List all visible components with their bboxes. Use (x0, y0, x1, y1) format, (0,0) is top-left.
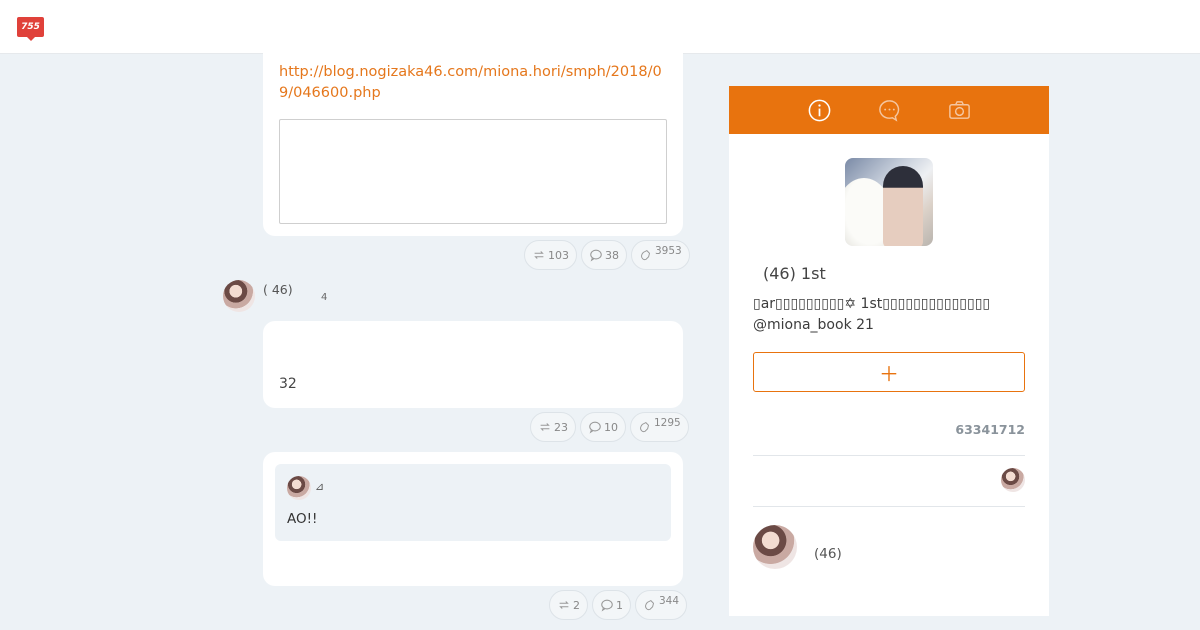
repost-button[interactable]: 103 (524, 240, 577, 270)
photo-figure (883, 166, 923, 246)
quote-mark: ⊿ (315, 480, 325, 493)
tab-photos[interactable] (947, 98, 972, 123)
camera-icon (948, 100, 970, 119)
post-card: http://blog.nogizaka46.com/miona.hori/sm… (263, 40, 683, 236)
like-button[interactable]: 3953 (631, 240, 690, 270)
divider (753, 506, 1025, 507)
comment-count: 38 (605, 248, 619, 262)
profile-bio: ▯ar▯▯▯▯▯▯▯▯▯✡ 1st▯▯▯▯▯▯▯▯▯▯▯▯▯▯ @miona_b… (753, 296, 991, 333)
chat-icon (878, 99, 899, 122)
repost-count: 2 (573, 598, 580, 612)
quoted-post[interactable]: ⊿ AO!! (275, 464, 671, 541)
blog-link[interactable]: http://blog.nogizaka46.com/miona.hori/sm… (279, 62, 669, 104)
clap-icon (645, 600, 655, 611)
app-logo[interactable]: 755 (17, 17, 44, 41)
post-actions: 23 10 1295 (530, 412, 689, 442)
comment-icon (589, 421, 601, 434)
like-count: 1295 (654, 417, 681, 429)
profile-name: (46) 1st (763, 264, 826, 283)
repost-icon (540, 423, 550, 431)
post-header: ( 46) 4 (223, 280, 363, 316)
comment-button[interactable]: 1 (592, 590, 631, 620)
quote-text: AO!! (287, 511, 318, 527)
author-name[interactable]: ( 46) (263, 280, 303, 299)
avatar[interactable] (223, 280, 255, 312)
comment-icon (590, 249, 602, 262)
divider (753, 455, 1025, 456)
info-icon (808, 99, 830, 121)
clap-icon (641, 250, 651, 261)
clap-icon (640, 422, 650, 433)
post-actions: 2 1 344 (549, 590, 688, 620)
follower-count: 63341712 (955, 422, 1025, 437)
tab-info[interactable] (807, 98, 832, 123)
avatar[interactable] (287, 476, 311, 500)
like-count: 3953 (655, 245, 682, 257)
comment-button[interactable]: 10 (580, 412, 626, 442)
recommended-avatar[interactable] (753, 525, 797, 569)
repost-button[interactable]: 23 (530, 412, 576, 442)
repost-count: 23 (554, 420, 568, 434)
comment-count: 10 (604, 420, 618, 434)
post-actions: 103 38 3953 (524, 240, 690, 270)
post-card: 32 (263, 321, 683, 408)
like-button[interactable]: 344 (635, 590, 688, 620)
tab-talk[interactable] (877, 98, 902, 123)
like-count: 344 (659, 595, 680, 607)
comment-button[interactable]: 38 (581, 240, 627, 270)
repost-icon (534, 251, 544, 259)
recommended-name[interactable]: (46) (814, 546, 842, 562)
comment-count: 1 (616, 598, 623, 612)
post-time: 4 (321, 292, 328, 303)
repost-icon (559, 601, 569, 609)
link-embed-preview[interactable] (279, 119, 667, 224)
comment-icon (601, 599, 613, 612)
sidebar-tabs (729, 86, 1049, 134)
profile-photo[interactable] (845, 158, 933, 246)
profile-sidebar: (46) 1st ▯ar▯▯▯▯▯▯▯▯▯✡ 1st▯▯▯▯▯▯▯▯▯▯▯▯▯▯… (729, 86, 1049, 616)
repost-button[interactable]: 2 (549, 590, 588, 620)
repost-count: 103 (548, 248, 569, 262)
like-button[interactable]: 1295 (630, 412, 689, 442)
follower-avatar[interactable] (1001, 468, 1025, 492)
post-card: ⊿ AO!! (263, 452, 683, 586)
post-body: 32 (279, 376, 297, 392)
follow-button[interactable]: ＋ (753, 352, 1025, 392)
